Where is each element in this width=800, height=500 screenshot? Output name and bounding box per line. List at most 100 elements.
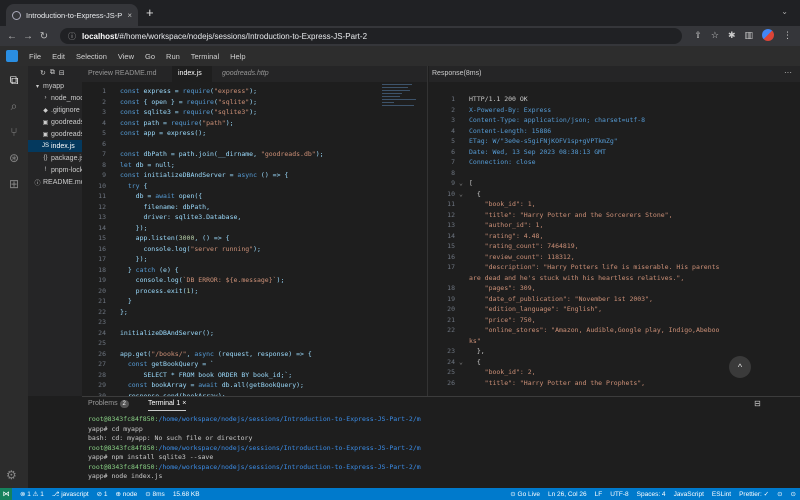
menu-file[interactable]: File	[29, 52, 41, 61]
toggle-panel-icon[interactable]: ⊟	[754, 399, 761, 408]
menu-edit[interactable]: Edit	[52, 52, 65, 61]
tab-goodreads-http[interactable]: goodreads.http	[222, 66, 282, 82]
source-control-icon[interactable]: ⑂	[6, 124, 22, 140]
settings-gear-icon[interactable]: ⚙	[6, 468, 17, 482]
fold-chevron-icon[interactable]: ⌄	[459, 178, 463, 189]
line-number: 23	[98, 318, 106, 326]
menu-terminal[interactable]: Terminal	[191, 52, 219, 61]
response-text: {	[469, 357, 481, 366]
explorer-item[interactable]: ▾ myapp	[28, 80, 82, 92]
status-prettier[interactable]: Prettier: ✓	[739, 490, 769, 498]
status-problems[interactable]: ⊗ 1 ⚠ 1	[20, 490, 44, 498]
status-eol[interactable]: LF	[595, 491, 603, 498]
status-account-icon[interactable]: ⊙	[777, 490, 782, 498]
status-size: 15.68 KB	[172, 490, 200, 498]
menu-bar: File Edit Selection View Go Run Terminal…	[0, 46, 800, 66]
code-line: 3 const sqlite3 = require("sqlite3");	[82, 107, 427, 118]
share-icon[interactable]: ⇪	[694, 30, 702, 41]
status-notifications-icon[interactable]: ⊙	[791, 490, 796, 498]
browser-tab[interactable]: Introduction-to-Express-JS-Pa ×	[6, 4, 138, 26]
back-button[interactable]: ←	[4, 31, 20, 42]
close-terminal-icon[interactable]: ×	[182, 400, 186, 407]
code-text: const path = require("path");	[120, 118, 234, 127]
tab-search-icon[interactable]: ⌄	[781, 7, 788, 16]
explorer-item[interactable]: ▣goodreads.db	[28, 116, 82, 128]
explorer-item[interactable]: ▣goodreads.http	[28, 128, 82, 140]
explorer-item[interactable]: JS index.js	[28, 140, 82, 152]
line-number: 22	[98, 307, 106, 316]
collapse-all-icon[interactable]: ⊟	[59, 69, 65, 77]
line-number: 5	[102, 129, 106, 137]
star-icon[interactable]: ☆	[711, 30, 719, 41]
code-line: 29 const bookArray = await db.all(getBoo…	[82, 380, 427, 391]
explorer-item-label: goodreads.http	[51, 130, 82, 138]
extensions-view-icon[interactable]: ⊞	[6, 176, 22, 192]
code-text: });	[120, 255, 148, 263]
scroll-to-top-button[interactable]: ^	[729, 356, 751, 378]
status-indent[interactable]: Spaces: 4	[637, 491, 666, 498]
response-line: 1 HTTP/1.1 200 OK	[429, 94, 789, 105]
status-sync[interactable]: ⊘ 1	[97, 490, 108, 498]
status-eslint[interactable]: ESLint	[712, 491, 731, 498]
menu-selection[interactable]: Selection	[76, 52, 107, 61]
response-text: {	[469, 189, 481, 198]
tab-problems[interactable]: Problems 2	[88, 397, 129, 411]
status-branch[interactable]: ⎇ javascript	[52, 490, 89, 498]
status-node[interactable]: ⊕ node	[116, 490, 138, 498]
response-line-number: 7	[451, 158, 455, 166]
tab-index-js[interactable]: index.js	[172, 66, 212, 82]
menu-icon[interactable]: ⋮	[783, 30, 792, 41]
debug-icon[interactable]: ⊛	[6, 150, 22, 166]
code-line: 7 const dbPath = path.join(__dirname, "go…	[82, 149, 427, 160]
menu-help[interactable]: Help	[230, 52, 245, 61]
menu-view[interactable]: View	[118, 52, 134, 61]
line-number: 11	[98, 192, 106, 200]
line-number: 16	[98, 244, 106, 253]
line-number: 25	[98, 339, 106, 347]
refresh-explorer-icon[interactable]: ↻	[40, 69, 46, 77]
minimap[interactable]	[382, 82, 420, 122]
sidebar-icon[interactable]: ▥	[744, 30, 753, 41]
explorer-icon[interactable]: ⧉	[6, 72, 22, 88]
fold-chevron-icon[interactable]: ⌄	[459, 189, 463, 200]
explorer-item[interactable]: ! pnpm-lock.yaml	[28, 164, 82, 176]
terminal-line: root@8343fc84f850:/home/workspace/nodejs…	[88, 444, 788, 454]
new-tab-button[interactable]: +	[146, 6, 154, 19]
site-info-icon[interactable]: ⓘ	[68, 31, 76, 42]
reload-button[interactable]: ↻	[36, 31, 52, 42]
forward-button[interactable]: →	[20, 31, 36, 42]
status-encoding[interactable]: UTF-8	[610, 491, 628, 498]
status-cursor[interactable]: Ln 26, Col 26	[548, 491, 587, 498]
code-line: 9 const initializeDBAndServer = async () …	[82, 170, 427, 181]
new-file-icon[interactable]: ⧉	[50, 69, 55, 77]
tab-preview-readme[interactable]: Preview README.md	[88, 66, 170, 82]
response-line: ks"	[429, 336, 789, 347]
code-text: const initializeDBAndServer = async () =…	[120, 171, 289, 179]
fold-chevron-icon[interactable]: ⌄	[459, 357, 463, 368]
more-actions-icon[interactable]: ···	[784, 68, 792, 77]
remote-icon[interactable]: ⋈	[0, 488, 12, 500]
address-bar[interactable]: ⓘ localhost/#/home/workspace/nodejs/sess…	[60, 28, 682, 44]
explorer-item[interactable]: ⓘ README.md	[28, 176, 82, 188]
response-text: HTTP/1.1 200 OK	[469, 95, 528, 103]
profile-icon[interactable]	[762, 29, 774, 41]
response-text: "online_stores": "Amazon, Audible,Google…	[469, 326, 720, 334]
status-language[interactable]: JavaScript	[674, 491, 704, 498]
explorer-item[interactable]: {}package.json	[28, 152, 82, 164]
tab-response[interactable]: Response(8ms)	[429, 66, 800, 82]
close-tab-icon[interactable]: ×	[127, 11, 132, 20]
explorer-item[interactable]: › node_modules	[28, 92, 83, 104]
menu-run[interactable]: Run	[166, 52, 180, 61]
response-line: 23 },	[429, 346, 789, 357]
extensions-icon[interactable]: ✱	[728, 30, 736, 41]
search-icon[interactable]: ⌕	[6, 98, 22, 114]
response-text: "title": "Harry Potter and the Sorcerers…	[469, 210, 673, 219]
explorer-item[interactable]: ◆ .gitignore	[28, 104, 82, 116]
menu-go[interactable]: Go	[145, 52, 155, 61]
status-go-live[interactable]: ⊙ Go Live	[510, 490, 540, 498]
browser-toolbar: ← → ↻ ⓘ localhost/#/home/workspace/nodej…	[0, 26, 800, 46]
tab-terminal-1[interactable]: Terminal 1 ×	[148, 397, 187, 411]
code-area[interactable]: 1 const express = require("express"); 2 con…	[82, 82, 427, 396]
code-line: 17 });	[82, 254, 427, 265]
line-number: 9	[102, 171, 106, 179]
